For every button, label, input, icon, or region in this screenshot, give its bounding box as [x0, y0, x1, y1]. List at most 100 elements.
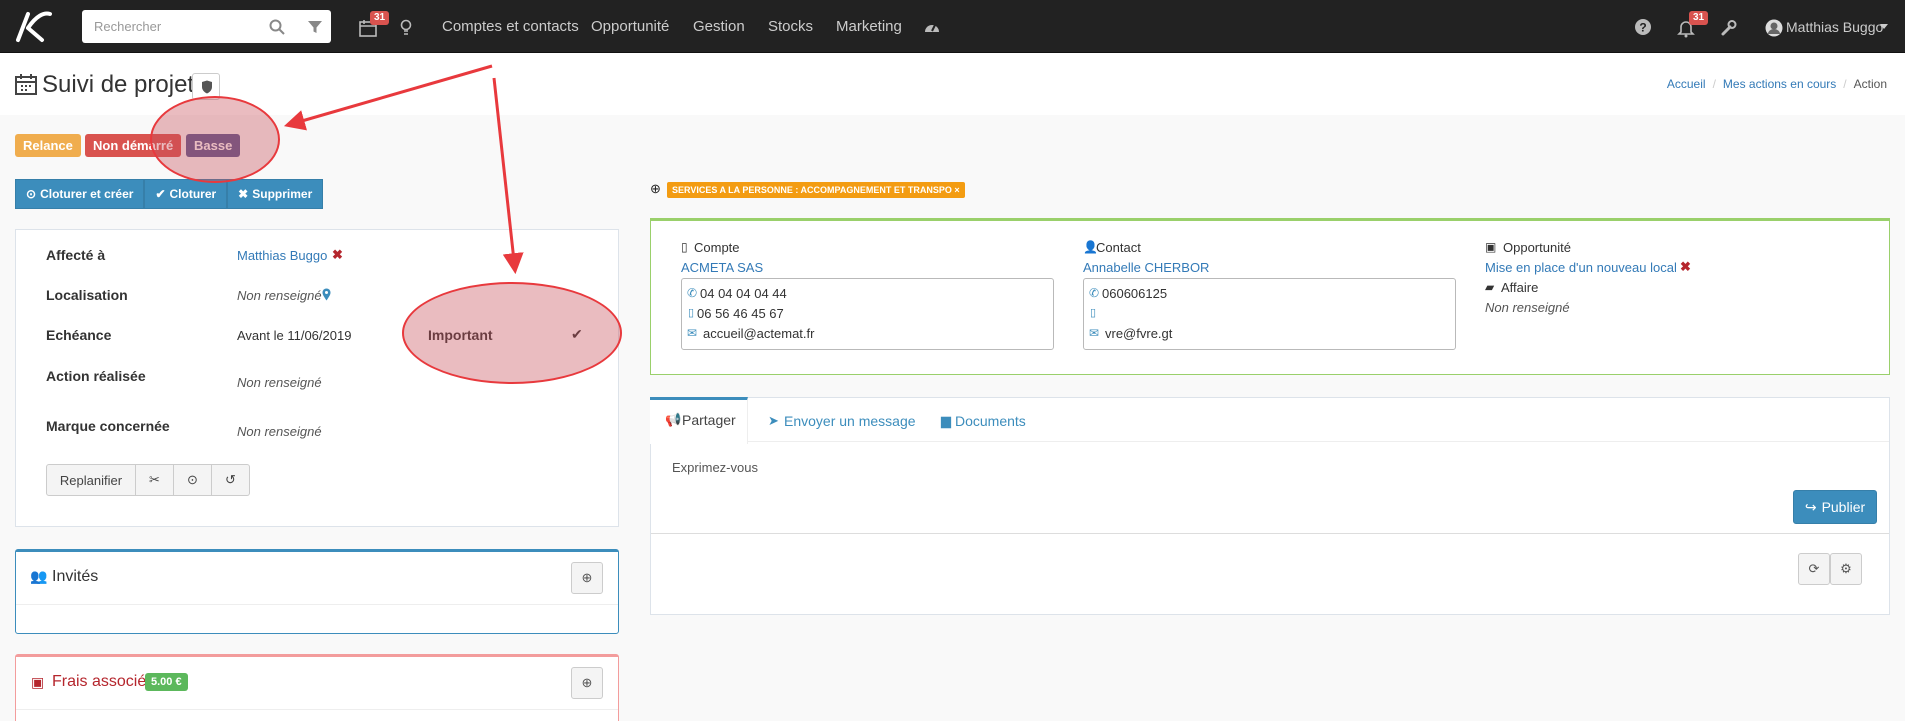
reschedule-button[interactable]: Replanifier: [46, 464, 136, 496]
users-icon: 👥: [30, 568, 48, 584]
tab-partager-label[interactable]: Partager: [682, 412, 736, 428]
close-and-create-button[interactable]: ⊙ Cloturer et créer: [15, 179, 145, 209]
notification-badge: 31: [1689, 11, 1709, 25]
due-label: Echéance: [46, 327, 112, 343]
map-marker-icon[interactable]: [322, 288, 331, 301]
gear-icon: ⚙: [1840, 561, 1852, 576]
top-navbar: Rechercher 31 Comptes et contacts Opport…: [0, 0, 1905, 53]
fees-title: Frais associés: [52, 673, 155, 690]
logo-icon[interactable]: [12, 8, 52, 44]
annotation-ellipse-important: [402, 282, 622, 384]
remove-opportunity-icon[interactable]: ✖: [1680, 259, 1691, 275]
mobile-icon: ▯: [1090, 307, 1097, 319]
fees-amount-badge: 5.00 €: [145, 673, 188, 691]
calendar-badge: 31: [370, 11, 390, 25]
nav-gestion[interactable]: Gestion: [693, 18, 745, 35]
paper-plane-icon: ➤: [768, 413, 779, 428]
remove-tag-icon: ×: [954, 185, 960, 195]
annotation-ellipse-priority: [150, 96, 280, 183]
share-icon: ↪: [1804, 498, 1817, 515]
clock-button[interactable]: ⊙: [174, 464, 212, 496]
tab-documents[interactable]: Documents: [955, 413, 1026, 429]
contact-phone[interactable]: 060606125: [1102, 286, 1167, 301]
avatar[interactable]: [1764, 18, 1784, 38]
phone-icon: ✆: [687, 286, 698, 300]
page-title: Suivi de projet: [42, 71, 195, 98]
check-icon: ✔: [155, 187, 166, 201]
assigned-value[interactable]: Matthias Buggo: [237, 248, 327, 263]
brand-label: Marque concernée: [46, 418, 170, 434]
nav-comptes-contacts[interactable]: Comptes et contacts: [442, 18, 579, 35]
search-box[interactable]: Rechercher: [82, 10, 331, 43]
shield-icon: [202, 80, 212, 94]
dashboard-icon[interactable]: [922, 18, 942, 38]
history-button[interactable]: ↺: [212, 464, 250, 496]
add-fee-button[interactable]: ⊕: [571, 667, 603, 699]
building-icon: ▯: [681, 240, 688, 254]
delete-button[interactable]: ✖ Supprimer: [227, 179, 324, 209]
account-name[interactable]: ACMETA SAS: [681, 260, 763, 275]
refresh-icon: ⟳: [1808, 561, 1820, 576]
clock-icon: ⊙: [26, 187, 37, 201]
money-icon: ▣: [1485, 240, 1497, 254]
lightbulb-icon[interactable]: [399, 18, 413, 38]
phone-icon: ✆: [1089, 286, 1100, 300]
document-icon: ▆: [941, 413, 951, 428]
contact-email[interactable]: vre@fvre.gt: [1105, 326, 1172, 341]
history-icon: ↺: [225, 472, 236, 487]
plus-circle-icon: ⊕: [581, 570, 593, 585]
briefcase-icon: ▰: [1485, 280, 1495, 294]
filter-icon[interactable]: [306, 18, 324, 36]
breadcrumb-mes-actions[interactable]: Mes actions en cours: [1723, 77, 1836, 91]
affaire-value: Non renseigné: [1485, 300, 1570, 315]
contact-label: Contact: [1096, 240, 1141, 255]
tab-message[interactable]: Envoyer un message: [784, 413, 916, 429]
done-label: Action réalisée: [46, 368, 146, 384]
breadcrumb-accueil[interactable]: Accueil: [1667, 77, 1706, 91]
settings-button[interactable]: ⚙: [1830, 553, 1862, 585]
category-tag[interactable]: SERVICES A LA PERSONNE : ACCOMPAGNEMENT …: [667, 182, 965, 198]
nav-opportunite[interactable]: Opportunité: [591, 18, 669, 35]
caret-down-icon[interactable]: [1880, 24, 1888, 30]
share-textarea[interactable]: Exprimez-vous: [672, 460, 758, 475]
wrench-icon[interactable]: [1719, 18, 1739, 38]
location-label: Localisation: [46, 287, 128, 303]
close-button[interactable]: ✔ Cloturer: [144, 179, 228, 209]
share-panel: [650, 397, 1890, 615]
invites-panel: [15, 549, 619, 634]
svg-text:?: ?: [1639, 21, 1646, 35]
refresh-button[interactable]: ⟳: [1798, 553, 1830, 585]
account-email[interactable]: accueil@actemat.fr: [703, 326, 814, 341]
nav-stocks[interactable]: Stocks: [768, 18, 813, 35]
times-icon: ✖: [238, 187, 249, 201]
due-value: Avant le 11/06/2019: [237, 328, 352, 343]
opportunity-name[interactable]: Mise en place d'un nouveau local: [1485, 260, 1677, 275]
action-button-group: ⊙ Cloturer et créer ✔ Cloturer ✖ Supprimer: [15, 179, 324, 209]
user-menu[interactable]: Matthias Buggo: [1786, 19, 1883, 35]
affaire-label: Affaire: [1501, 280, 1539, 295]
search-icon[interactable]: [268, 18, 286, 36]
breadcrumb: Accueil / Mes actions en cours / Action: [1666, 77, 1887, 91]
contact-name[interactable]: Annabelle CHERBOR: [1083, 260, 1209, 275]
add-tag-icon[interactable]: ⊕: [650, 181, 661, 197]
account-mobile[interactable]: 06 56 46 45 67: [697, 306, 784, 321]
calendar-title-icon: [15, 74, 37, 95]
brand-value: Non renseigné: [237, 424, 322, 439]
add-invite-button[interactable]: ⊕: [571, 562, 603, 594]
invites-title: Invités: [52, 568, 99, 585]
envelope-icon: ✉: [1089, 326, 1100, 340]
plus-circle-icon: ⊕: [581, 675, 593, 690]
done-value: Non renseigné: [237, 375, 322, 390]
clock-icon: ⊙: [187, 472, 198, 487]
breadcrumb-current: Action: [1853, 77, 1887, 91]
account-label: Compte: [694, 240, 740, 255]
reschedule-group: Replanifier ✂ ⊙ ↺: [46, 464, 250, 496]
account-phone[interactable]: 04 04 04 04 44: [700, 286, 787, 301]
remove-assignee-icon[interactable]: ✖: [332, 247, 343, 263]
publish-button[interactable]: ↪ Publier: [1793, 490, 1877, 524]
nav-marketing[interactable]: Marketing: [836, 18, 902, 35]
help-icon[interactable]: ?: [1633, 17, 1653, 37]
search-input[interactable]: Rechercher: [94, 19, 161, 34]
opportunity-label: Opportunité: [1503, 240, 1571, 255]
scissors-button[interactable]: ✂: [136, 464, 174, 496]
